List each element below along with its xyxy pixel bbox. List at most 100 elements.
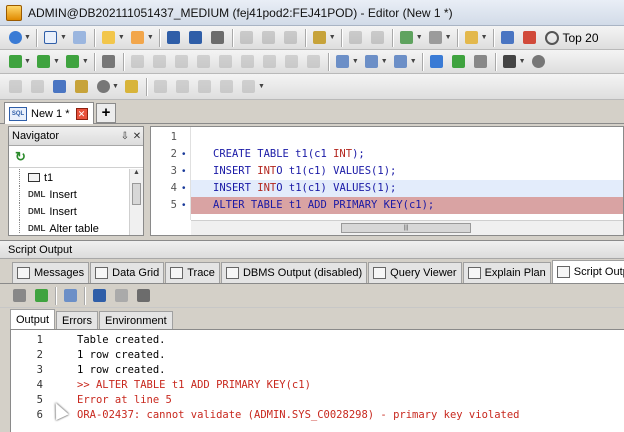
editor-hscrollbar[interactable]: ||| — [191, 220, 623, 235]
import-icon[interactable] — [240, 78, 258, 96]
close-output-icon[interactable] — [112, 287, 130, 305]
print-icon[interactable] — [134, 287, 152, 305]
output-line-number: 4 — [36, 379, 43, 391]
schema-icon[interactable] — [123, 78, 141, 96]
open-folder-icon[interactable] — [100, 29, 118, 47]
title-bar: ADMIN@DB202111051437_MEDIUM (fej41pod2:F… — [0, 0, 624, 26]
back-icon[interactable] — [6, 29, 24, 47]
report-icon[interactable] — [72, 78, 90, 96]
output-line-number: 2 — [36, 349, 43, 361]
bookmark-icon[interactable] — [283, 53, 301, 71]
code-line[interactable]: CREATE TABLE t1(c1 INT); — [191, 146, 623, 163]
link-icon[interactable] — [261, 53, 279, 71]
statement-marker-icon: • — [182, 183, 186, 194]
task-icon[interactable] — [463, 29, 481, 47]
code-area[interactable]: CREATE TABLE t1(c1 INT); INSERT INTO t1(… — [191, 127, 623, 220]
monitor-icon[interactable] — [50, 78, 68, 96]
navigator-refresh-icon[interactable]: ↻ — [9, 146, 143, 168]
history-back-icon[interactable] — [152, 78, 170, 96]
print-icon[interactable] — [209, 29, 227, 47]
db-icon[interactable] — [334, 53, 352, 71]
record-icon[interactable] — [94, 78, 112, 96]
clear-output-icon[interactable] — [10, 287, 28, 305]
connect-icon[interactable] — [6, 78, 24, 96]
sql-history-icon[interactable] — [311, 29, 329, 47]
tab-trace[interactable]: Trace — [165, 262, 220, 283]
checklist-icon[interactable] — [32, 287, 50, 305]
tree-item[interactable]: DML Insert — [19, 186, 133, 203]
close-icon[interactable]: ✕ — [75, 107, 88, 120]
navigator-close-icon[interactable]: ✕ — [131, 131, 143, 142]
tab-script-output[interactable]: Script Output — [551, 260, 624, 283]
scroll-up-icon[interactable]: ▲ — [130, 169, 143, 176]
autotrace-icon[interactable] — [369, 29, 387, 47]
debug-icon[interactable] — [64, 53, 82, 71]
tab-explain-plan[interactable]: Explain Plan — [462, 262, 551, 283]
run-script-icon[interactable] — [35, 53, 53, 71]
gear-icon[interactable] — [530, 53, 548, 71]
dml-icon: DML — [28, 224, 46, 233]
variable-icon[interactable] — [173, 53, 191, 71]
tree-item[interactable]: DML Alter table — [19, 220, 133, 233]
tab-output[interactable]: Output — [10, 309, 56, 329]
tab-errors[interactable]: Errors — [56, 311, 98, 329]
code-line-current[interactable]: INSERT INTO t1(c1) VALUES(1); — [191, 180, 623, 197]
tab-environment[interactable]: Environment — [98, 311, 173, 329]
disconnect-icon[interactable] — [28, 78, 46, 96]
format-icon[interactable] — [100, 53, 118, 71]
export-icon[interactable] — [218, 78, 236, 96]
rollback-icon[interactable] — [260, 29, 278, 47]
grid-icon[interactable] — [363, 53, 381, 71]
tree-item[interactable]: t1 — [19, 169, 133, 186]
document-tabs: SQL New 1 * ✕ + — [0, 100, 624, 124]
upload-icon[interactable] — [217, 53, 235, 71]
scroll-thumb[interactable] — [132, 183, 141, 205]
refresh-icon[interactable] — [195, 53, 213, 71]
script-output-header: Script Output — [0, 240, 624, 259]
new-tab-button[interactable]: + — [96, 103, 116, 123]
new-connection-icon[interactable] — [71, 29, 89, 47]
top-items[interactable]: Top 20 — [544, 30, 599, 45]
commit-icon[interactable] — [238, 29, 256, 47]
unshared-sql-icon[interactable] — [398, 29, 416, 47]
scroll-thumb[interactable]: ||| — [341, 223, 471, 233]
clear-icon[interactable] — [427, 29, 445, 47]
tools-icon[interactable] — [196, 78, 214, 96]
checklist-icon[interactable] — [450, 53, 468, 71]
tab-query-viewer[interactable]: Query Viewer — [368, 262, 462, 283]
save-icon[interactable] — [165, 29, 183, 47]
explain-icon[interactable] — [347, 29, 365, 47]
sql-editor[interactable]: 1 2 3 4 5 • • • • CREATE TABLE t1(c1 INT… — [150, 126, 624, 236]
table-icon[interactable] — [392, 53, 410, 71]
filter-icon[interactable] — [472, 53, 490, 71]
save-all-icon[interactable] — [187, 29, 205, 47]
copy-icon[interactable] — [61, 287, 79, 305]
step-icon[interactable] — [129, 53, 147, 71]
history-forward-icon[interactable] — [174, 78, 192, 96]
tab-messages[interactable]: Messages — [12, 262, 90, 283]
open-recent-icon[interactable] — [129, 29, 147, 47]
code-line-error[interactable]: ALTER TABLE t1 ADD PRIMARY KEY(c1); — [191, 197, 623, 214]
script-output-text[interactable]: 1 Table created. 2 1 row created. 3 1 row c… — [10, 330, 624, 432]
code-line[interactable]: INSERT INTO t1(c1) VALUES(1); — [191, 163, 623, 180]
tree-item-label: Insert — [49, 205, 77, 218]
tab-data-grid[interactable]: Data Grid — [90, 262, 165, 283]
tab-label: Data Grid — [112, 267, 160, 279]
navigator-scrollbar[interactable]: ▲ — [129, 169, 143, 235]
compare-icon[interactable] — [428, 53, 446, 71]
tree-item[interactable]: DML Insert — [19, 203, 133, 220]
run-statement-icon[interactable] — [6, 53, 24, 71]
tab-dbms-output[interactable]: DBMS Output (disabled) — [220, 262, 368, 283]
download-icon[interactable] — [239, 53, 257, 71]
calendar-icon[interactable] — [521, 29, 539, 47]
lock-icon[interactable] — [305, 53, 323, 71]
sql-worksheet-icon[interactable] — [42, 29, 60, 47]
doc-tab-new-1[interactable]: SQL New 1 * ✕ — [4, 102, 94, 124]
pin-icon[interactable]: ⇩ — [119, 131, 131, 142]
save-icon[interactable] — [90, 287, 108, 305]
binoculars-icon[interactable] — [501, 53, 519, 71]
help-icon[interactable] — [499, 29, 517, 47]
code-line[interactable] — [191, 129, 623, 146]
watch-icon[interactable] — [151, 53, 169, 71]
cancel-icon[interactable] — [282, 29, 300, 47]
